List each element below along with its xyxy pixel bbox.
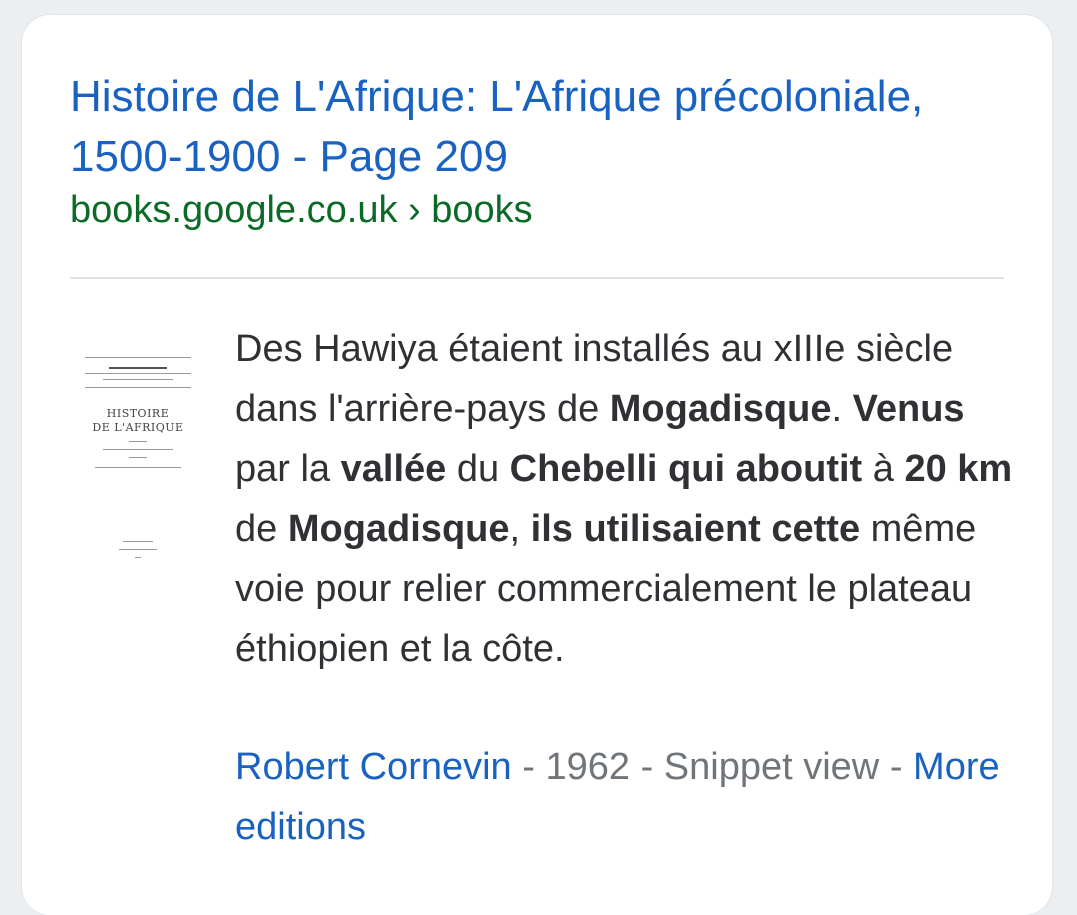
snippet-bold-text: Mogadisque xyxy=(609,388,832,430)
result-url-breadcrumb[interactable]: books.google.co.uk › books xyxy=(70,187,533,233)
search-result-card: Histoire de L'Afrique: L'Afrique précolo… xyxy=(22,15,1052,915)
snippet-text: par la xyxy=(235,448,341,490)
publication-year: 1962 xyxy=(545,746,631,788)
cover-rule-line xyxy=(129,457,147,458)
snippet-bold-text: vallée xyxy=(340,448,447,490)
meta-separator: - xyxy=(879,746,914,788)
cover-rule-line xyxy=(85,357,191,358)
snippet-bold-text: Mogadisque xyxy=(287,508,510,550)
snippet-bold-text: Chebelli qui aboutit xyxy=(509,448,863,490)
cover-rule-line xyxy=(129,441,147,442)
meta-separator: - xyxy=(511,746,546,788)
snippet-text: à xyxy=(862,448,905,490)
cover-rule-line xyxy=(85,387,191,388)
cover-rule-line xyxy=(103,379,173,380)
author-link[interactable]: Robert Cornevin xyxy=(235,746,512,788)
result-meta: Robert Cornevin - 1962 - Snippet view - … xyxy=(235,737,1025,857)
snippet-text: du xyxy=(446,448,510,490)
meta-separator: - xyxy=(630,746,664,788)
book-cover-thumbnail[interactable]: HISTOIRE DE L'AFRIQUE xyxy=(79,345,197,580)
cover-rule-line xyxy=(135,557,141,558)
cover-rule-line xyxy=(123,541,153,542)
result-snippet: Des Hawiya étaient installés au xIIIe si… xyxy=(235,319,1025,679)
cover-rule-line xyxy=(85,373,191,374)
divider xyxy=(70,277,1004,279)
result-title-link[interactable]: Histoire de L'Afrique: L'Afrique précolo… xyxy=(70,67,1010,187)
view-type-label: Snippet view xyxy=(663,746,880,788)
snippet-text: de xyxy=(235,508,288,550)
snippet-text: , xyxy=(509,508,531,550)
cover-rule-line xyxy=(119,549,157,550)
cover-title-line2: DE L'AFRIQUE xyxy=(92,421,184,434)
snippet-text: . xyxy=(831,388,853,430)
cover-rule-line xyxy=(95,467,181,468)
snippet-bold-text: Venus xyxy=(852,388,965,430)
snippet-bold-text: ils utilisaient cette xyxy=(530,508,861,550)
cover-author-line xyxy=(109,367,167,369)
snippet-bold-text: 20 km xyxy=(904,448,1013,490)
cover-title-line1: HISTOIRE xyxy=(106,407,170,420)
cover-rule-line xyxy=(103,449,173,450)
